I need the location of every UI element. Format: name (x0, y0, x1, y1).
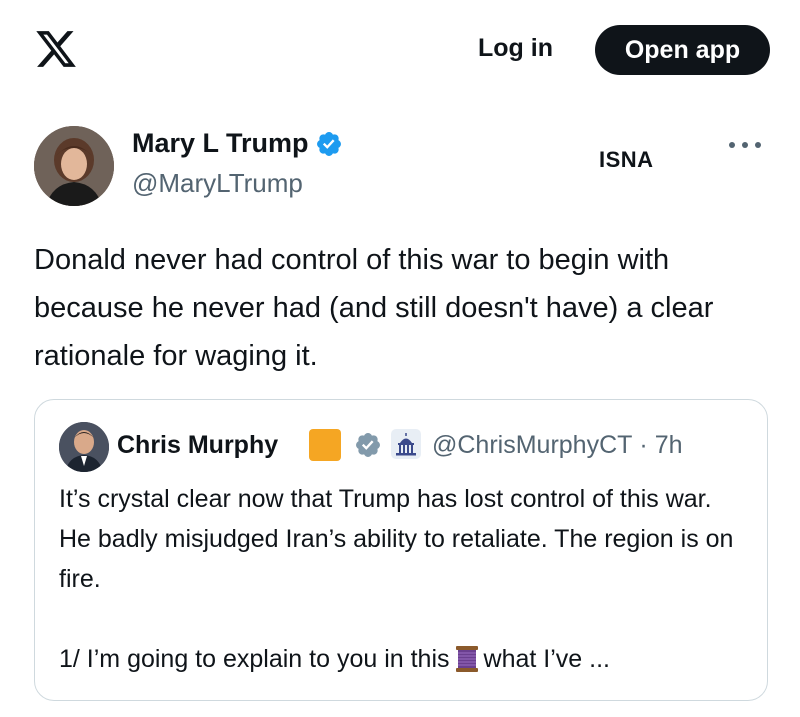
more-icon[interactable] (724, 133, 766, 157)
quoted-tweet-text: It’s crystal clear now that Trump has lo… (59, 485, 734, 593)
orange-square-icon (309, 429, 341, 461)
quoted-avatar[interactable] (59, 422, 109, 472)
thread-text-after: what I’ve ... (483, 645, 610, 673)
login-link[interactable]: Log in (478, 34, 553, 63)
open-app-label: Open app (624, 35, 741, 64)
quoted-meta: @ChrisMurphyCT · 7h (432, 431, 683, 460)
quoted-time[interactable]: 7h (655, 431, 683, 460)
avatar-image (34, 126, 114, 206)
quoted-avatar-image (59, 422, 109, 472)
author-row: Mary L Trump (132, 128, 343, 159)
meta-separator: · (639, 431, 648, 459)
verified-badge-icon (316, 131, 341, 156)
spool-of-thread-icon (455, 646, 478, 672)
quoted-author-name[interactable]: Chris Murphy (117, 431, 278, 460)
open-app-button[interactable]: Open app (595, 25, 770, 75)
tweet-text: Donald never had control of this war to … (34, 244, 714, 372)
thread-text-before: 1/ I’m going to explain to you in this (59, 645, 450, 673)
author-name[interactable]: Mary L Trump (132, 128, 309, 159)
watermark: ISNA (599, 147, 654, 172)
quoted-tweet[interactable]: Chris Murphy @ChrisMurphyCT · 7h It’s cr… (34, 399, 768, 701)
top-bar: Log in Open app (0, 0, 800, 100)
gray-verified-badge-icon (356, 433, 380, 457)
x-logo-icon[interactable] (33, 27, 79, 71)
avatar[interactable] (34, 126, 114, 206)
capitol-building-icon (391, 429, 421, 459)
author-handle[interactable]: @MaryLTrump (132, 168, 303, 199)
quoted-author-handle[interactable]: @ChrisMurphyCT (432, 431, 632, 460)
quoted-thread-line: 1/ I’m going to explain to you in this w… (59, 639, 610, 679)
